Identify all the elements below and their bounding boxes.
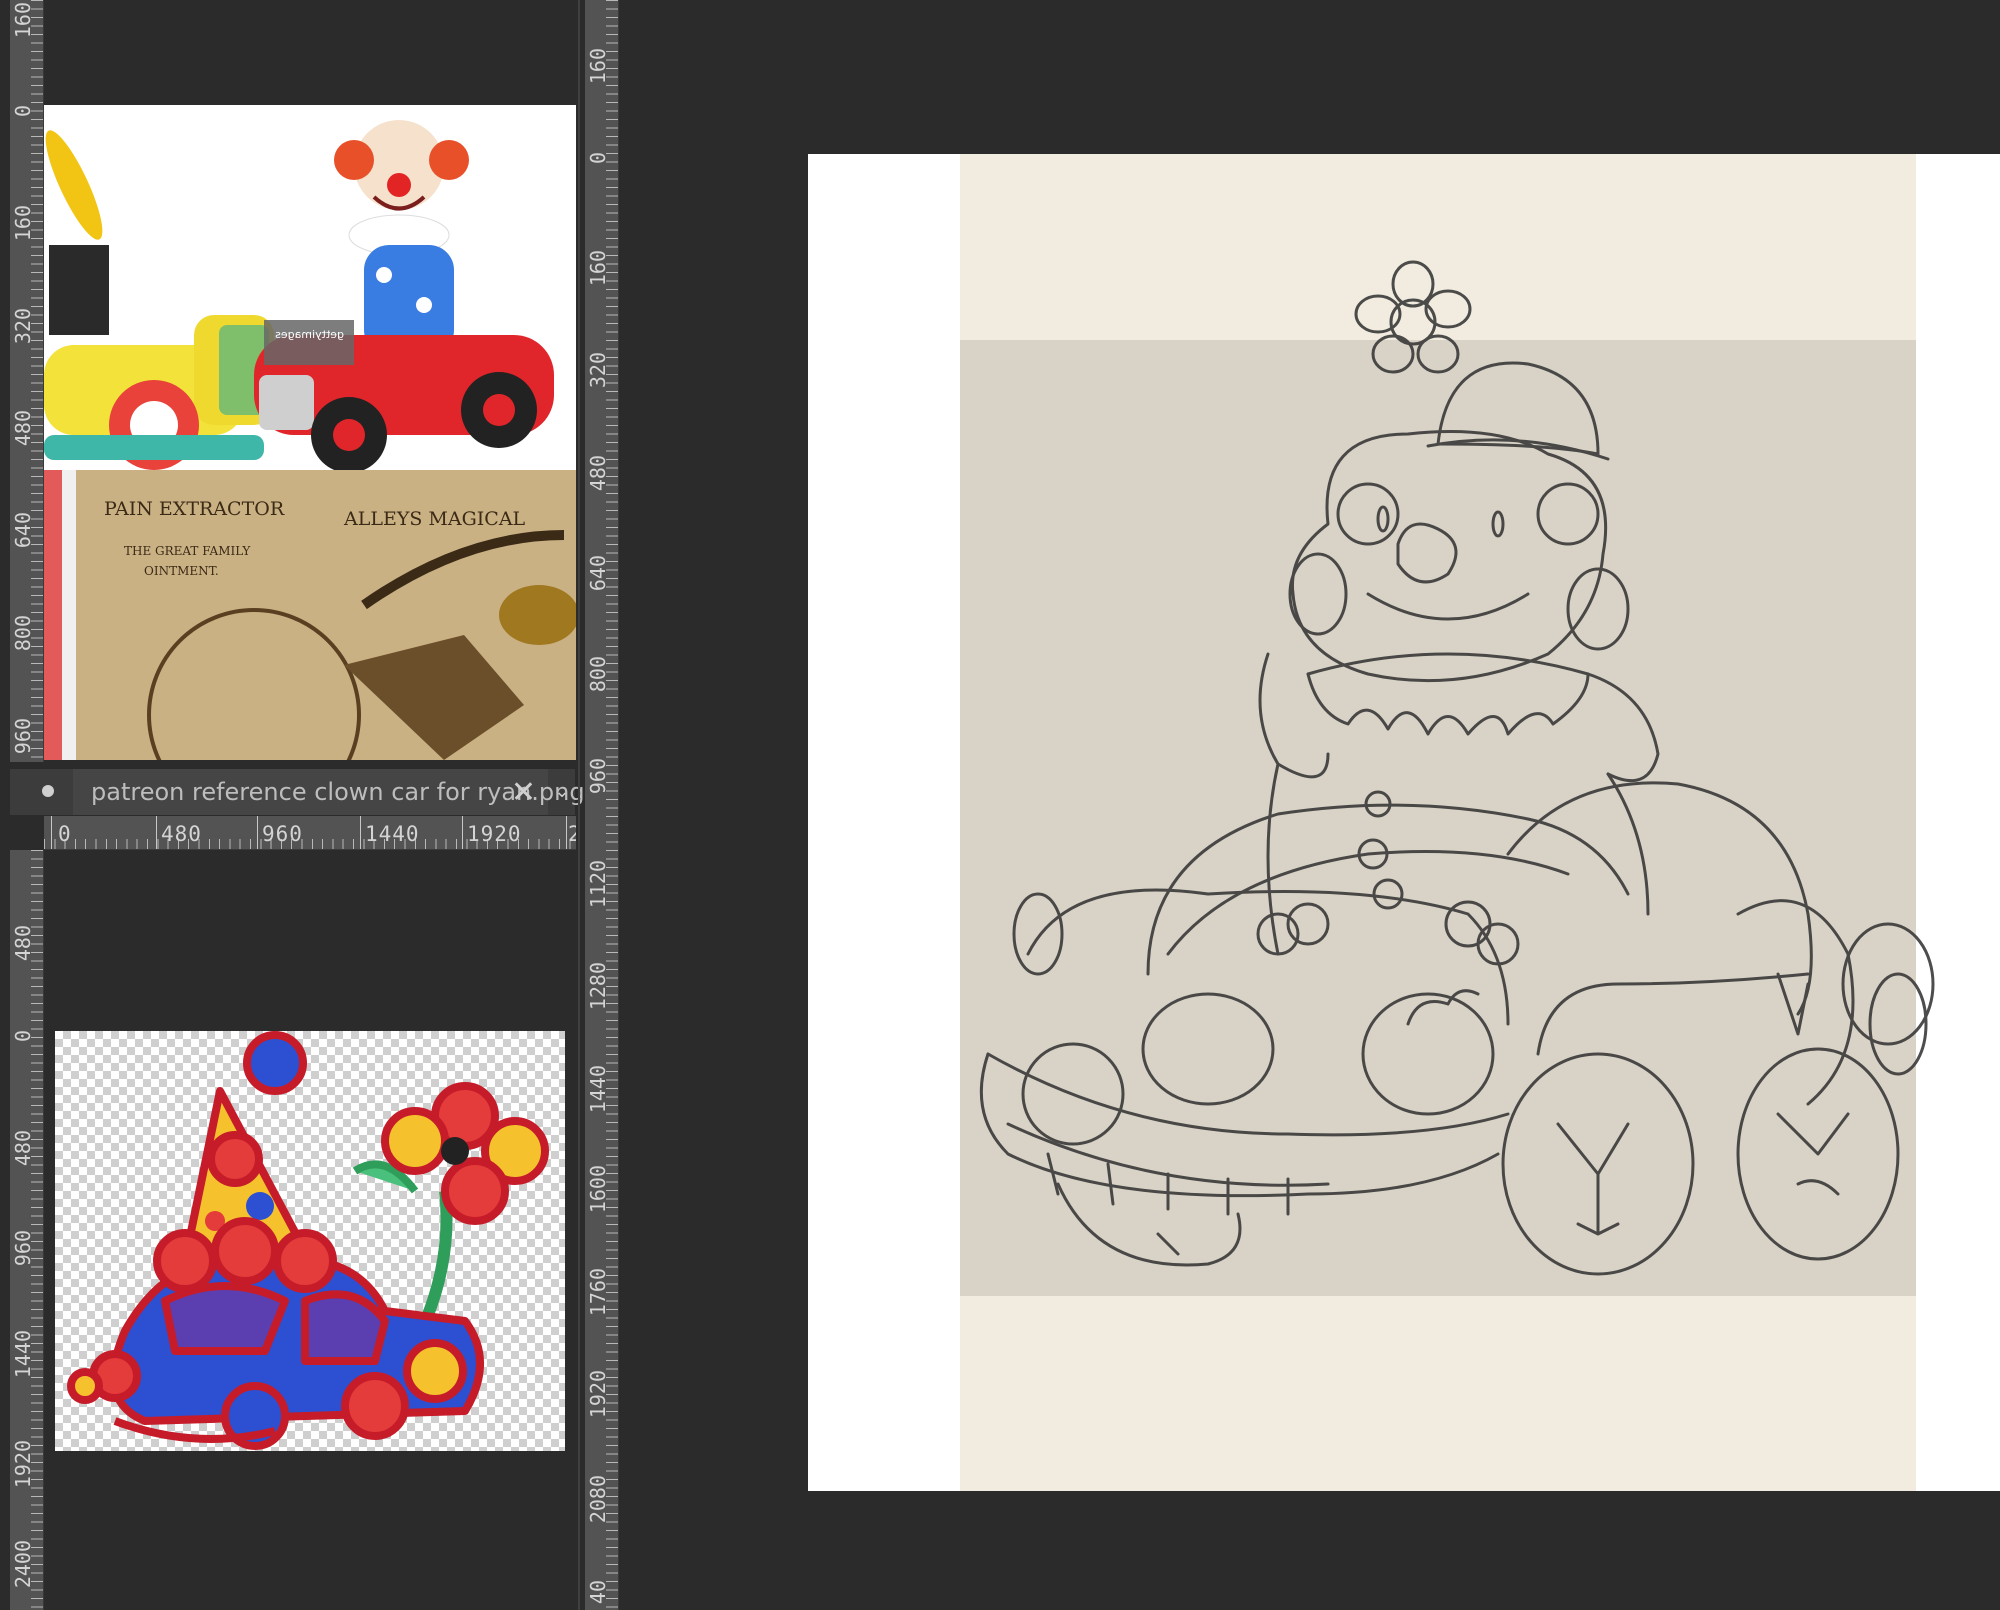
ruler-label: 160 xyxy=(586,250,610,287)
ruler-label: 160 xyxy=(11,2,35,39)
ruler-label: 1760 xyxy=(586,1268,610,1317)
ruler-label: 640 xyxy=(11,512,35,549)
horizontal-ruler[interactable]: 0 480 960 1440 1920 2 xyxy=(44,816,576,850)
ruler-label: 960 xyxy=(262,822,303,846)
clown-car-sketch xyxy=(979,260,1935,1276)
ruler-label: 1440 xyxy=(365,822,420,846)
ruler-label: 800 xyxy=(11,615,35,652)
document-tab-bar: patreon reference clown car for ryan.png… xyxy=(10,768,585,815)
ruler-label: 480 xyxy=(11,1130,35,1167)
ruler-label: 0 xyxy=(11,105,35,118)
tab-reference-document[interactable]: patreon reference clown car for ryan.png… xyxy=(73,769,585,815)
ruler-label: 480 xyxy=(11,410,35,447)
ruler-label: 2080 xyxy=(586,1475,610,1524)
ruler-label: 960 xyxy=(11,1230,35,1267)
tab-modified-dot-icon xyxy=(42,785,54,797)
ruler-label: 0 xyxy=(11,1030,35,1043)
main-canvas[interactable] xyxy=(808,154,2000,1491)
svg-text:THE GREAT FAMILY: THE GREAT FAMILY xyxy=(124,544,251,558)
ruler-label: 960 xyxy=(11,718,35,755)
ruler-label: 40 xyxy=(586,1580,610,1605)
ruler-label: 480 xyxy=(586,455,610,492)
ruler-label: 320 xyxy=(11,308,35,345)
ruler-label: 1920 xyxy=(467,822,522,846)
reference-collage-art: gettyimages PAIN EXTRACTOR ALLEYS MAGICA… xyxy=(44,105,576,760)
ruler-label: 1920 xyxy=(586,1370,610,1419)
svg-text:PAIN EXTRACTOR: PAIN EXTRACTOR xyxy=(104,498,285,520)
ruler-label: 1280 xyxy=(586,962,610,1011)
ruler-label: 160 xyxy=(586,48,610,85)
ruler-label: 1440 xyxy=(11,1330,35,1379)
ruler-label: 0 xyxy=(58,822,72,846)
left-bottom-vertical-ruler[interactable]: 480 0 480 960 1440 1920 2400 xyxy=(10,850,44,1610)
ruler-label: 2 xyxy=(568,822,576,846)
panel-divider[interactable] xyxy=(578,0,580,1610)
tab-label: patreon reference clown car for ryan.png xyxy=(91,778,585,806)
chevron-down-icon[interactable]: ⌄ xyxy=(550,777,574,807)
reference-collage[interactable]: gettyimages PAIN EXTRACTOR ALLEYS MAGICA… xyxy=(44,105,576,760)
ruler-label: 1600 xyxy=(586,1165,610,1214)
ruler-label: 960 xyxy=(586,758,610,795)
svg-text:gettyimages: gettyimages xyxy=(275,328,344,341)
ruler-label: 160 xyxy=(11,205,35,242)
svg-text:OINTMENT.: OINTMENT. xyxy=(144,564,219,578)
main-vertical-ruler[interactable]: 160 0 160 320 480 640 800 960 1120 1280 … xyxy=(585,0,619,1610)
reference-clown-car-canvas[interactable] xyxy=(55,1031,565,1451)
close-icon[interactable]: ✕ xyxy=(511,775,536,810)
ruler-label: 320 xyxy=(586,352,610,389)
ruler-label: 480 xyxy=(11,925,35,962)
svg-text:ALLEYS MAGICAL: ALLEYS MAGICAL xyxy=(343,508,526,530)
ruler-label: 480 xyxy=(161,822,202,846)
ruler-label: 1920 xyxy=(11,1440,35,1489)
ruler-label: 1120 xyxy=(586,860,610,909)
ruler-label: 800 xyxy=(586,656,610,693)
ruler-label: 1440 xyxy=(586,1065,610,1114)
ruler-label: 640 xyxy=(586,555,610,592)
clown-car-illustration xyxy=(67,1031,549,1450)
left-top-vertical-ruler[interactable]: 160 0 160 320 480 640 800 960 xyxy=(10,0,44,762)
vintage-poster-image: PAIN EXTRACTOR ALLEYS MAGICAL THE GREAT … xyxy=(44,470,576,760)
ruler-label: 0 xyxy=(586,152,610,165)
ruler-label: 2400 xyxy=(11,1540,35,1589)
